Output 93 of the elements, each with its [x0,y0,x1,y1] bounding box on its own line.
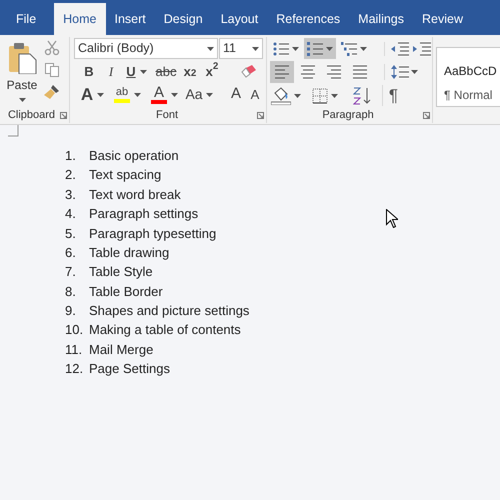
caret-icon[interactable] [411,70,418,74]
text-effects-button[interactable]: A [78,84,96,105]
align-left-button[interactable] [270,61,294,83]
align-justify-icon [353,64,367,80]
list-number: 7. [65,263,77,282]
highlight-button[interactable]: ab [111,84,133,105]
font-color-button[interactable]: A [148,84,170,105]
ribbon-tab[interactable]: Insert [106,3,155,35]
page-corner-mark [8,125,19,137]
list-item-text: Table Style [89,263,153,282]
ribbon-tab[interactable]: Layout [212,3,268,35]
style-preview: AaBbCcD [444,63,498,80]
line-spacing-icon[interactable] [391,64,409,80]
numbered-list-icon [307,40,323,56]
ribbon-tab[interactable]: Design [154,3,212,35]
dialog-launcher-icon[interactable] [60,112,67,119]
grow-font-button[interactable]: A [226,84,246,105]
clear-formatting-icon[interactable] [239,64,257,80]
list-item-text: Paragraph settings [89,205,198,224]
list-number: 6. [65,244,77,262]
list-item-text: Paragraph typesetting [89,224,216,243]
caret-icon[interactable] [252,46,259,50]
numbering-list-button[interactable] [304,38,336,59]
list-number: 9. [65,302,77,320]
list-number: 11. [65,340,84,359]
copy-icon[interactable] [44,62,60,78]
multilevel-list-icon [341,40,357,56]
ribbon-tab[interactable]: File [2,3,50,35]
align-center-icon [301,64,315,80]
clipboard-icon [7,40,37,74]
show-marks-button[interactable]: ¶ [382,85,404,106]
borders-icon[interactable] [312,88,328,104]
caret-icon[interactable] [140,70,147,74]
decrease-indent-icon[interactable] [391,42,409,56]
caret-icon[interactable] [326,46,333,50]
group-label: Paragraph [322,108,375,123]
italic-button[interactable]: I [100,61,122,82]
strikethrough-button[interactable]: abc [153,61,179,82]
caret-icon[interactable] [294,94,301,98]
caret-icon[interactable] [97,92,104,96]
font-size-field[interactable]: 11 [219,38,263,59]
ribbon-tab[interactable]: References [267,3,350,35]
list-item-text: Mail Merge [89,340,154,359]
mouse-pointer-icon [386,209,398,228]
caret-icon[interactable] [360,46,367,50]
dialog-launcher-icon[interactable] [257,112,264,119]
caret-icon[interactable] [207,46,214,50]
list-number: 5. [65,224,77,243]
paste-button[interactable]: Paste [0,37,44,107]
list-item-text: Text word break [89,186,181,204]
increase-indent-icon[interactable] [413,42,431,56]
list-number: 4. [65,205,77,224]
list-number: 12. [65,360,84,378]
list-number: 3. [65,186,77,204]
shading-icon[interactable] [271,86,291,104]
group-label: Font [156,108,179,123]
caret-icon[interactable] [18,98,26,102]
style-name: ¶ Normal [444,87,494,104]
dialog-launcher-icon[interactable] [423,112,430,119]
ribbon-tab[interactable]: Review [413,3,472,35]
list-item-text: Table drawing [89,244,170,262]
scissors-icon[interactable] [44,40,60,56]
list-number: 2. [65,166,77,184]
group-label: Clipboard [8,108,56,123]
caret-icon[interactable] [292,46,299,50]
change-case-button[interactable]: Aa [183,84,205,105]
list-item-text: Shapes and picture settings [89,302,250,320]
list-item-text: Making a table of contents [89,321,241,340]
list-number: 8. [65,282,77,301]
caret-icon[interactable] [206,92,213,96]
align-left-icon [275,64,289,80]
font-name-field[interactable]: Calibri (Body) [74,38,218,59]
bold-button[interactable]: B [78,61,100,82]
list-item-text: Table Border [89,282,163,301]
format-painter-icon[interactable] [44,84,60,100]
underline-button[interactable]: U [122,61,140,82]
superscript-button[interactable]: x$^{2}$ [201,61,223,82]
ribbon-tab[interactable]: Home [54,3,106,35]
style-gallery[interactable]: AaBbCcD ¶ Normal [436,47,500,107]
bullet-list-icon [273,40,289,56]
align-right-icon [327,64,341,80]
list-item-text: Text spacing [89,166,162,184]
list-number: 10. [65,321,84,340]
list-number: 1. [65,146,77,165]
subscript-button[interactable]: x$_{2}$ [179,61,201,82]
ribbon-tab[interactable]: Mailings [349,3,414,35]
list-item-text: Page Settings [89,360,170,378]
caret-icon[interactable] [331,94,338,98]
shrink-font-button[interactable]: A [247,84,263,105]
caret-icon[interactable] [171,92,178,96]
sort-icon[interactable] [353,86,373,104]
caret-icon[interactable] [134,92,141,96]
list-item-text: Basic operation [89,146,179,165]
